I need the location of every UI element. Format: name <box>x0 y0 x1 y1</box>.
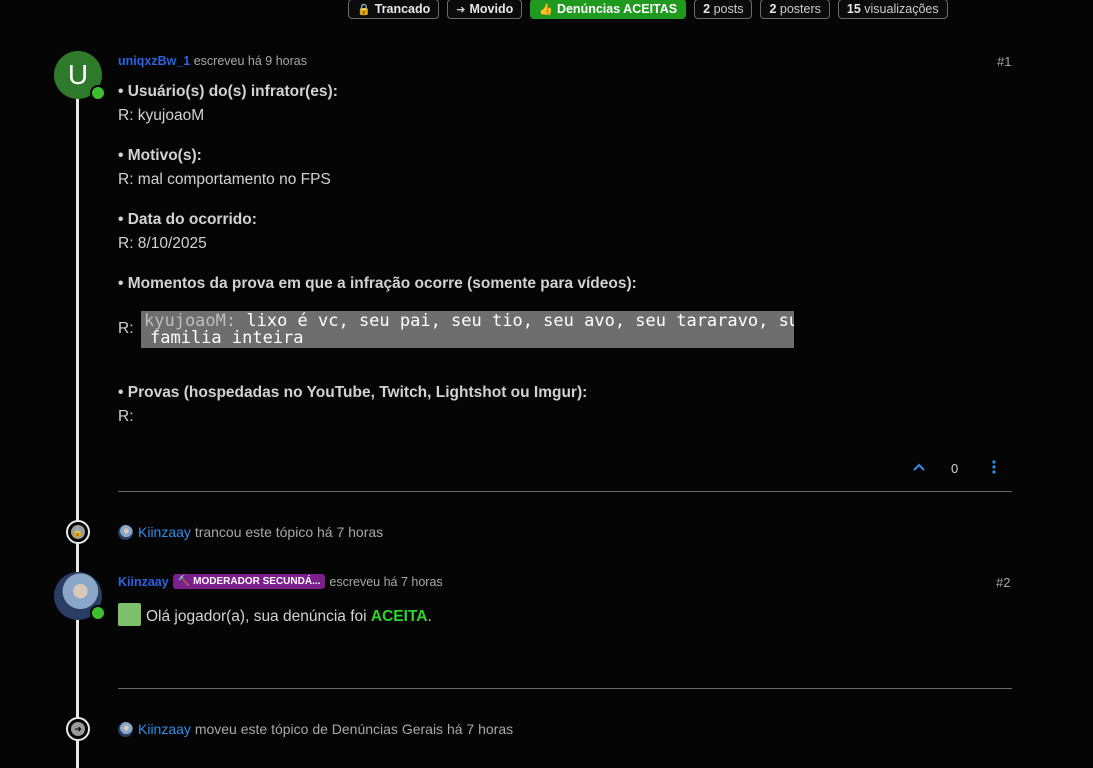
post-header: uniqxzBw_1 escreveu há 9 horas <box>118 54 307 68</box>
post-number[interactable]: #1 <box>997 54 1011 69</box>
post-body: Olá jogador(a), sua denúncia foi ACEITA. <box>118 603 432 626</box>
answer-date: R: 8/10/2025 <box>118 235 207 252</box>
arrow-circle-icon: ➜ <box>456 3 466 16</box>
post-meta: escreveu há 9 horas <box>193 54 307 68</box>
answer-moments-prefix: R: <box>118 320 134 337</box>
thumbs-up-icon: 👍 <box>539 3 553 16</box>
category-badge[interactable]: 👍 Denúncias ACEITAS <box>530 0 687 19</box>
post-divider <box>118 688 1012 689</box>
answer-reason: R: mal comportamento no FPS <box>118 171 331 188</box>
answer-evidence: R: <box>118 408 134 425</box>
event-text: moveu este tópico de Denúncias Gerais há… <box>194 721 514 737</box>
post-header: Kiinzaay 🔨 MODERADOR SECUNDÁ... escreveu … <box>118 574 443 589</box>
post-divider <box>118 491 1012 492</box>
timeline-line <box>76 78 79 768</box>
mini-avatar[interactable] <box>118 525 133 540</box>
move-event-icon: ➜ <box>66 717 90 741</box>
move-event: Kiinzaay moveu este tópico de Denúncias … <box>118 721 513 737</box>
event-user[interactable]: Kiinzaay <box>138 524 191 540</box>
online-indicator <box>90 605 106 621</box>
online-indicator <box>90 85 106 101</box>
question-evidence: • Provas (hospedadas no YouTube, Twitch,… <box>118 384 588 401</box>
answer-offenders: R: kyujoaoM <box>118 107 205 124</box>
posters-count-badge: 2 posters <box>760 0 830 19</box>
posts-count-badge: 2 posts <box>694 0 753 19</box>
more-vertical-icon <box>992 460 996 474</box>
lock-icon: 🔒 <box>357 3 371 16</box>
topic-badges: 🔒 Trancado ➜ Movido 👍 Denúncias ACEITAS 2 p… <box>348 0 948 19</box>
moved-badge[interactable]: ➜ Movido <box>447 0 523 19</box>
hammer-icon: 🔨 <box>177 576 191 587</box>
moderator-badge[interactable]: 🔨 MODERADOR SECUNDÁ... <box>172 574 326 589</box>
image-chat-line2: familia inteira <box>150 328 304 348</box>
event-text: trancou este tópico há 7 horas <box>194 524 384 540</box>
lock-event-icon: 🔒 <box>66 520 90 544</box>
views-count-badge: 15 visualizações <box>837 0 948 19</box>
question-moments: • Momentos da prova em que a infração oc… <box>118 275 637 292</box>
upvote-button[interactable] <box>911 459 927 480</box>
lock-event: Kiinzaay trancou este tópico há 7 horas <box>118 524 383 540</box>
post-author[interactable]: Kiinzaay <box>118 575 169 589</box>
chevron-up-icon <box>913 463 925 471</box>
post-number[interactable]: #2 <box>996 575 1010 590</box>
image-chat-line1: lixo é vc, seu pai, seu tio, seu avo, se… <box>236 311 794 331</box>
mini-avatar[interactable] <box>118 722 133 737</box>
emoji-icon <box>118 603 141 626</box>
evidence-image[interactable]: kyujoaoM: lixo é vc, seu pai, seu tio, s… <box>141 311 794 348</box>
post-author[interactable]: uniqxzBw_1 <box>118 54 190 68</box>
post-menu-button[interactable] <box>988 459 1000 480</box>
post-meta: escreveu há 7 horas <box>329 574 443 589</box>
avatar-letter: U <box>67 59 89 90</box>
event-user[interactable]: Kiinzaay <box>138 721 191 737</box>
question-date: • Data do ocorrido: <box>118 211 257 228</box>
locked-badge[interactable]: 🔒 Trancado <box>348 0 440 19</box>
accepted-text: ACEITA <box>370 608 428 625</box>
question-reason: • Motivo(s): <box>118 147 202 164</box>
question-offenders: • Usuário(s) do(s) infrator(es): <box>118 83 338 100</box>
vote-count: 0 <box>951 461 959 476</box>
